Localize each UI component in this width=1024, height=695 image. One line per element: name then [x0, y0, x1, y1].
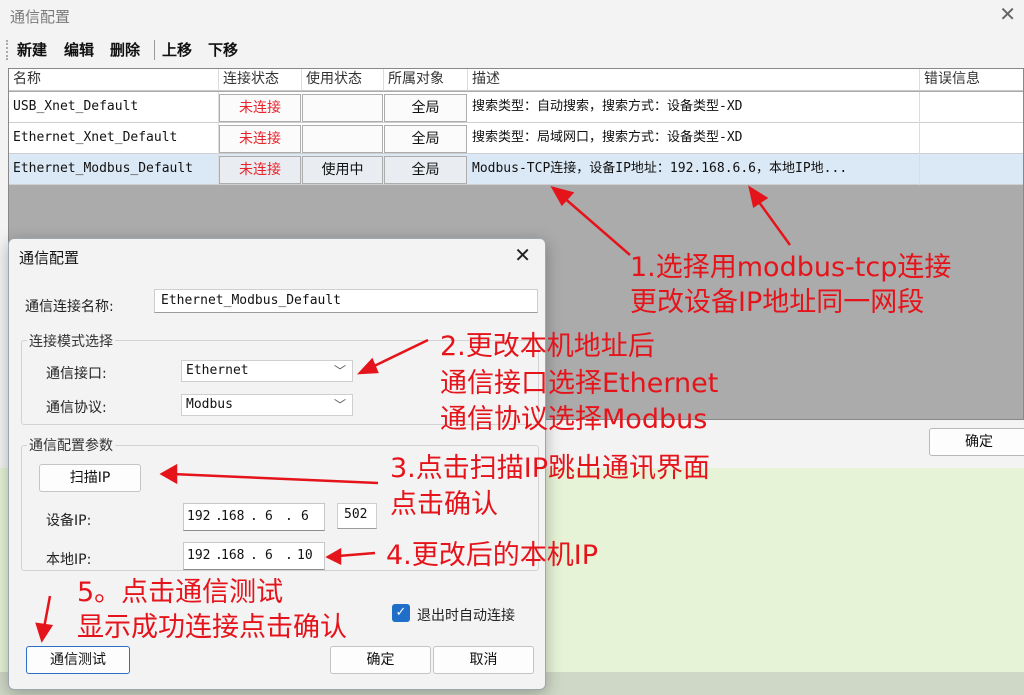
chevron-down-icon: ﹀: [333, 364, 346, 378]
cell-error: [920, 123, 1023, 154]
interface-value: Ethernet: [186, 363, 249, 378]
chevron-down-icon: ﹀: [333, 398, 346, 412]
main-window-title: 通信配置: [10, 8, 71, 26]
protocol-label: 通信协议:: [46, 400, 107, 416]
interface-label: 通信接口:: [46, 366, 107, 382]
comm-test-button[interactable]: 通信测试: [26, 646, 130, 674]
main-ok-button[interactable]: 确定: [929, 428, 1024, 456]
cell-error: [920, 154, 1023, 185]
toolbar-grip-icon: [6, 40, 8, 60]
annotation-step3-line2: 点击确认: [390, 489, 498, 520]
protocol-value: Modbus: [186, 397, 233, 412]
cell-name: Ethernet_Xnet_Default: [9, 123, 219, 154]
protocol-select[interactable]: Modbus ﹀: [181, 394, 353, 416]
annotation-step1-line1: 1.选择用modbus-tcp连接: [630, 252, 952, 283]
auto-connect-label: 退出时自动连接: [417, 608, 515, 624]
cell-use-status: [302, 94, 383, 122]
local-ip-input[interactable]: 192. 168. 6. 10: [183, 542, 325, 570]
scan-ip-button[interactable]: 扫描IP: [39, 464, 141, 492]
auto-connect-checkbox[interactable]: ✓: [392, 604, 410, 622]
annotation-step5-line1: 5。点击通信测试: [77, 577, 284, 608]
cell-description: Modbus-TCP连接，设备IP地址：192.168.6.6，本地IP地...: [468, 154, 920, 185]
cell-owner: 全局: [384, 156, 467, 184]
delete-button[interactable]: 删除: [110, 39, 140, 60]
cell-name: USB_Xnet_Default: [9, 92, 219, 123]
new-button[interactable]: 新建: [17, 39, 47, 60]
device-ip-label: 设备IP:: [46, 513, 92, 529]
move-down-button[interactable]: 下移: [208, 39, 238, 60]
cell-description: 搜索类型：自动搜索，搜索方式：设备类型-XD: [468, 92, 920, 123]
dialog-close-icon[interactable]: ✕: [514, 243, 531, 267]
port-input[interactable]: 502: [337, 503, 377, 529]
cell-description: 搜索类型：局域网口，搜索方式：设备类型-XD: [468, 123, 920, 154]
local-ip-label: 本地IP:: [46, 552, 92, 568]
table-row[interactable]: USB_Xnet_Default 未连接 全局 搜索类型：自动搜索，搜索方式：设…: [9, 92, 1023, 123]
toolbar-separator: [154, 40, 155, 60]
annotation-step3-line1: 3.点击扫描IP跳出通讯界面: [390, 453, 711, 484]
column-header-owner[interactable]: 所属对象: [384, 69, 468, 91]
edit-button[interactable]: 编辑: [64, 39, 94, 60]
cell-name: Ethernet_Modbus_Default: [9, 154, 219, 185]
table-row[interactable]: Ethernet_Xnet_Default 未连接 全局 搜索类型：局域网口，搜…: [9, 123, 1023, 154]
column-header-error[interactable]: 错误信息: [920, 69, 1023, 91]
cell-conn-status: 未连接: [219, 94, 301, 122]
conn-name-label: 通信连接名称:: [25, 299, 114, 315]
params-group-label: 通信配置参数: [27, 435, 115, 455]
device-ip-input[interactable]: 192. 168. 6. 6: [183, 503, 325, 531]
column-header-description[interactable]: 描述: [468, 69, 920, 91]
move-up-button[interactable]: 上移: [162, 39, 192, 60]
cell-conn-status: 未连接: [219, 125, 301, 153]
dialog-ok-button[interactable]: 确定: [330, 646, 431, 674]
annotation-step4-line1: 4.更改后的本机IP: [386, 540, 599, 571]
column-header-use-status[interactable]: 使用状态: [302, 69, 384, 91]
dialog-title: 通信配置: [19, 249, 80, 267]
dialog-cancel-button[interactable]: 取消: [433, 646, 534, 674]
mode-group-label: 连接模式选择: [27, 331, 115, 351]
cell-use-status: [302, 125, 383, 153]
annotation-step2-line1: 2.更改本机地址后: [440, 331, 655, 362]
annotation-step2-line3: 通信协议选择Modbus: [440, 404, 708, 435]
close-icon[interactable]: ✕: [999, 2, 1016, 26]
annotation-step2-line2: 通信接口选择Ethernet: [440, 368, 719, 399]
column-header-name[interactable]: 名称: [9, 69, 219, 91]
cell-owner: 全局: [384, 94, 467, 122]
annotation-step5-line2: 显示成功连接点击确认: [77, 612, 347, 643]
interface-select[interactable]: Ethernet ﹀: [181, 360, 353, 382]
cell-use-status: 使用中: [302, 156, 383, 184]
toolbar: 新建 编辑 删除 上移 下移: [0, 36, 1024, 64]
conn-name-input[interactable]: Ethernet_Modbus_Default: [154, 289, 538, 313]
annotation-step1-line2: 更改设备IP地址同一网段: [630, 287, 925, 318]
cell-conn-status: 未连接: [219, 156, 301, 184]
cell-owner: 全局: [384, 125, 467, 153]
table-row-selected[interactable]: Ethernet_Modbus_Default 未连接 使用中 全局 Modbu…: [9, 154, 1023, 185]
cell-error: [920, 92, 1023, 123]
column-header-conn-status[interactable]: 连接状态: [219, 69, 302, 91]
